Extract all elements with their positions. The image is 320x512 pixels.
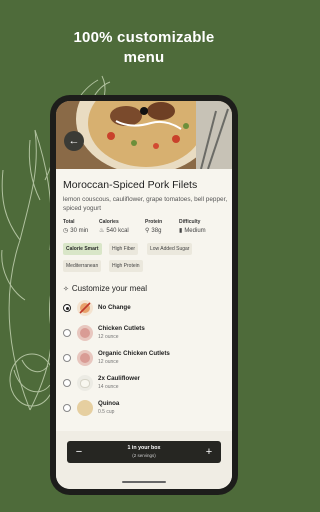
clock-icon: ◷ [63,228,69,234]
option-2x-cauliflower[interactable]: 2x Cauliflower 14 ounce [63,372,223,394]
stat-value: 30 min [70,228,89,234]
stat-difficulty: Difficulty ▮ Medium [179,219,206,236]
option-name: No Change [98,304,131,311]
plus-button[interactable]: + [201,444,217,460]
option-name: Organic Chicken Cutlets [98,350,170,357]
recipe-ingredients: lemon couscous, cauliflower, grape tomat… [63,196,228,212]
radio-selected[interactable] [63,304,71,312]
chicken-cutlets-image [77,325,93,341]
minus-button[interactable]: − [71,444,87,460]
sparkle-icon: ✧ [63,285,69,293]
option-name: Quinoa [98,400,120,407]
tag: Mediterranean [63,260,102,272]
box-quantity-control: − 1 in your box (2 servings) + [67,441,221,463]
front-camera [140,107,148,115]
headline: 100% customizable menu [73,29,215,66]
stat-calories: Calories ♨ 540 kcal [99,219,129,236]
tag: Calorie Smart [63,243,102,255]
option-name: Chicken Cutlets [98,325,145,332]
radio-unselected[interactable] [63,404,71,412]
option-organic-chicken-cutlets[interactable]: Organic Chicken Cutlets 12 ounce [63,347,223,369]
difficulty-bars-icon: ▮ [179,228,183,234]
recipe-stats: Total ◷ 30 min Calories ♨ 540 kcal Protein… [63,219,228,239]
stat-value: 540 kcal [106,228,129,234]
option-name: 2x Cauliflower [98,375,140,382]
option-quantity: 12 ounce [98,359,119,365]
tag: Low Added Sugar [147,243,193,255]
customize-heading: ✧ Customize your meal [63,284,147,293]
organic-chicken-image [77,350,93,366]
protein-icon: ⚲ [145,228,150,234]
option-quantity: 12 ounce [98,334,119,340]
back-button[interactable]: ← [64,131,84,151]
customize-title: Customize your meal [71,284,148,293]
cauliflower-image [77,375,93,391]
stat-label: Difficulty [179,219,201,225]
option-quantity: 0.5 cup [98,409,115,415]
stat-value: Medium [184,228,206,234]
option-quantity: 14 ounce [98,384,119,390]
radio-unselected[interactable] [63,329,71,337]
stat-label: Calories [99,219,119,225]
option-chicken-cutlets[interactable]: Chicken Cutlets 12 ounce [63,322,223,344]
stat-label: Total [63,219,75,225]
no-change-icon [77,300,93,316]
flame-icon: ♨ [99,228,105,234]
bottom-action-bar: − 1 in your box (2 servings) + [56,431,232,489]
stat-value: 38g [151,228,162,234]
box-servings: (2 servings) [132,453,156,458]
recipe-title: Moroccan-Spiced Pork Filets [63,179,198,191]
arrow-left-icon: ← [68,135,80,147]
phone-screen: ← Moroccan-Spiced Pork Filets lemon cous… [56,101,232,489]
stat-protein: Protein ⚲ 38g [145,219,162,236]
option-no-change[interactable]: No Change [63,297,223,319]
radio-unselected[interactable] [63,354,71,362]
stat-total: Total ◷ 30 min [63,219,88,236]
quinoa-image [77,400,93,416]
option-quinoa[interactable]: Quinoa 0.5 cup [63,397,223,419]
tag: High Fiber [109,243,139,255]
tag: High Protein [109,260,143,272]
box-label: 1 in your box [127,445,161,451]
home-indicator [122,481,166,483]
radio-unselected[interactable] [63,379,71,387]
stat-label: Protein [145,219,163,225]
